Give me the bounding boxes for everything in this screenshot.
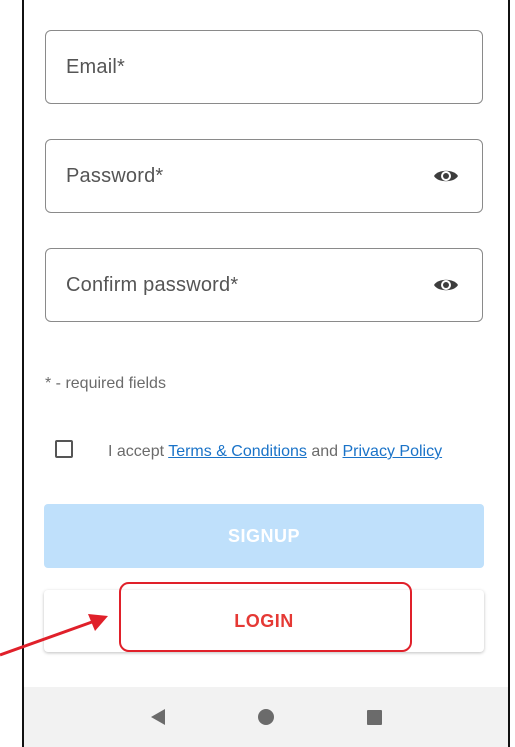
confirm-password-label: Confirm password* [66,273,239,296]
home-circle-icon[interactable] [254,705,278,729]
frame-right-border [508,0,510,747]
signup-screen: Email* Password* Confirm password* * - r… [0,0,515,747]
frame-left-border [22,0,24,747]
terms-statement: I accept Terms & Conditions and Privacy … [108,441,468,463]
show-password-eye-icon[interactable] [432,166,460,186]
signup-button[interactable]: SIGNUP [44,504,484,568]
confirm-password-field[interactable]: Confirm password* [45,248,483,322]
signup-button-label: SIGNUP [227,525,300,546]
accept-terms-checkbox[interactable] [55,440,73,458]
recents-square-icon[interactable] [362,705,386,729]
required-fields-note: * - required fields [45,375,166,392]
password-label: Password* [66,164,164,187]
android-nav-bar [24,687,508,747]
login-button-label: LOGIN [234,610,294,631]
show-confirm-password-eye-icon[interactable] [432,275,460,295]
privacy-policy-link[interactable]: Privacy Policy [343,443,443,460]
email-field[interactable]: Email* [45,30,483,104]
terms-conditions-link[interactable]: Terms & Conditions [168,443,307,460]
terms-middle: and [306,443,343,460]
password-field[interactable]: Password* [45,139,483,213]
email-label: Email* [66,55,125,78]
terms-prefix: I accept [108,443,169,460]
back-triangle-icon[interactable] [146,705,170,729]
login-button[interactable]: LOGIN [44,590,484,652]
